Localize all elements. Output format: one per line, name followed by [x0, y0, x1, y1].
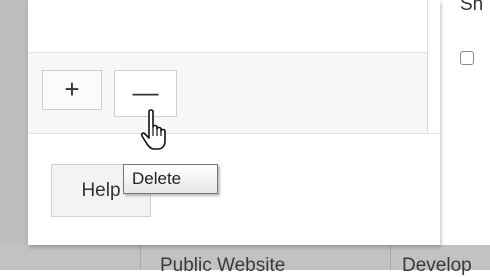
dialog: + — Help: [28, 0, 440, 245]
hand-pointer-icon: [140, 109, 166, 150]
background-left-strip: [0, 0, 28, 270]
list-area: [28, 0, 428, 53]
footer-separator: [28, 133, 440, 134]
background-cell-name: Public Website: [160, 255, 286, 276]
background-panel-heading: Sh: [460, 0, 484, 15]
add-button[interactable]: +: [42, 70, 102, 110]
background-cell-type: Develop: [402, 255, 472, 276]
tooltip-text: Delete: [132, 169, 182, 188]
background-column-divider: [390, 245, 391, 270]
background-column-divider: [140, 245, 141, 270]
background-checkbox[interactable]: [460, 51, 474, 65]
delete-tooltip: Delete: [123, 164, 218, 194]
background-right-panel: [440, 0, 490, 245]
panel-divider: [427, 0, 428, 133]
